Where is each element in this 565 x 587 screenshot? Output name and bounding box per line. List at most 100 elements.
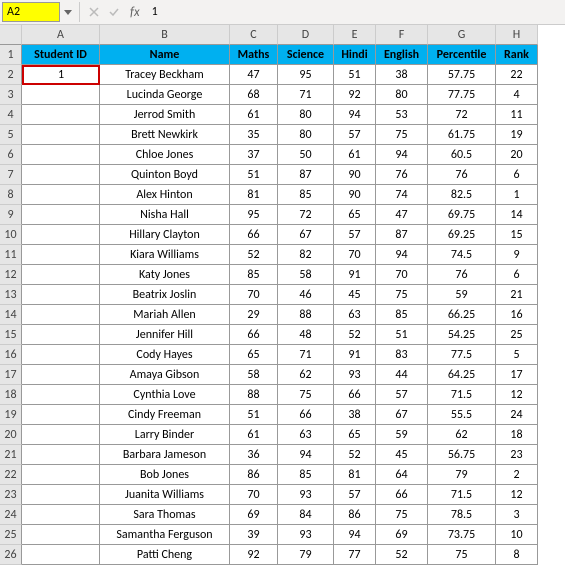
cell-student-id[interactable] [22,365,100,385]
cell-name[interactable]: Alex Hinton [100,185,230,205]
cell-science[interactable]: 67 [278,225,334,245]
select-all-corner[interactable] [0,25,22,45]
row-header-23[interactable]: 23 [0,485,22,505]
cell-english[interactable]: 83 [376,345,428,365]
cell-science[interactable]: 84 [278,505,334,525]
cell-percentile[interactable]: 71.5 [428,485,496,505]
cell-english[interactable]: 76 [376,165,428,185]
cell-maths[interactable]: 61 [230,425,278,445]
cell-name[interactable]: Jerrod Smith [100,105,230,125]
cell-student-id[interactable] [22,485,100,505]
cell-science[interactable]: 93 [278,485,334,505]
cell-student-id[interactable] [22,125,100,145]
cell-hindi[interactable]: 52 [334,325,376,345]
row-header-17[interactable]: 17 [0,365,22,385]
cell-rank[interactable]: 6 [496,265,538,285]
cell-student-id[interactable] [22,165,100,185]
cell-percentile[interactable]: 82.5 [428,185,496,205]
cell-hindi[interactable]: 86 [334,505,376,525]
cell-name[interactable]: Samantha Ferguson [100,525,230,545]
cell-english[interactable]: 53 [376,105,428,125]
cell-english[interactable]: 51 [376,325,428,345]
row-header-20[interactable]: 20 [0,425,22,445]
cell-rank[interactable]: 8 [496,545,538,565]
row-header-11[interactable]: 11 [0,245,22,265]
cell-rank[interactable]: 6 [496,165,538,185]
cell-name[interactable]: Chloe Jones [100,145,230,165]
cell-student-id[interactable] [22,85,100,105]
cell-rank[interactable]: 24 [496,405,538,425]
row-header-5[interactable]: 5 [0,125,22,145]
row-header-9[interactable]: 9 [0,205,22,225]
cell-maths[interactable]: 88 [230,385,278,405]
row-header-6[interactable]: 6 [0,145,22,165]
cell-rank[interactable]: 19 [496,125,538,145]
cell-student-id[interactable] [22,545,100,565]
cell-percentile[interactable]: 74.5 [428,245,496,265]
cell-percentile[interactable]: 60.5 [428,145,496,165]
cell-percentile[interactable]: 72 [428,105,496,125]
cell-english[interactable]: 80 [376,85,428,105]
cell-rank[interactable]: 18 [496,425,538,445]
row-header-24[interactable]: 24 [0,505,22,525]
cell-name[interactable]: Jennifer Hill [100,325,230,345]
cell-maths[interactable]: 81 [230,185,278,205]
cell-maths[interactable]: 51 [230,165,278,185]
cell-science[interactable]: 71 [278,345,334,365]
cell-percentile[interactable]: 56.75 [428,445,496,465]
column-header-E[interactable]: E [334,25,376,45]
cell-name[interactable]: Tracey Beckham [100,65,230,85]
cell-science[interactable]: 85 [278,465,334,485]
cell-student-id[interactable] [22,185,100,205]
cell-student-id[interactable] [22,525,100,545]
cell-english[interactable]: 69 [376,525,428,545]
cell-student-id[interactable] [22,285,100,305]
row-header-8[interactable]: 8 [0,185,22,205]
cell-name[interactable]: Larry Binder [100,425,230,445]
cell-name[interactable]: Cynthia Love [100,385,230,405]
cell-hindi[interactable]: 90 [334,165,376,185]
column-header-A[interactable]: A [22,25,100,45]
cell-science[interactable]: 94 [278,445,334,465]
cell-english[interactable]: 59 [376,425,428,445]
cell-maths[interactable]: 85 [230,265,278,285]
row-header-2[interactable]: 2 [0,65,22,85]
cell-percentile[interactable]: 62 [428,425,496,445]
cell-maths[interactable]: 51 [230,405,278,425]
cell-student-id[interactable] [22,345,100,365]
cell-science[interactable]: 50 [278,145,334,165]
cell-percentile[interactable]: 77.5 [428,345,496,365]
cell-student-id[interactable] [22,425,100,445]
cell-student-id[interactable] [22,445,100,465]
header-percentile[interactable]: Percentile [428,45,496,65]
column-header-C[interactable]: C [230,25,278,45]
cell-name[interactable]: Hillary Clayton [100,225,230,245]
cell-percentile[interactable]: 57.75 [428,65,496,85]
cell-hindi[interactable]: 94 [334,105,376,125]
cell-science[interactable]: 85 [278,185,334,205]
column-header-G[interactable]: G [428,25,496,45]
cell-rank[interactable]: 20 [496,145,538,165]
cell-science[interactable]: 46 [278,285,334,305]
cell-hindi[interactable]: 92 [334,85,376,105]
cell-maths[interactable]: 86 [230,465,278,485]
cell-maths[interactable]: 92 [230,545,278,565]
cell-maths[interactable]: 95 [230,205,278,225]
cell-name[interactable]: Sara Thomas [100,505,230,525]
cell-percentile[interactable]: 64.25 [428,365,496,385]
cell-percentile[interactable]: 73.75 [428,525,496,545]
column-header-H[interactable]: H [496,25,538,45]
row-header-4[interactable]: 4 [0,105,22,125]
cell-name[interactable]: Amaya Gibson [100,365,230,385]
row-header-13[interactable]: 13 [0,285,22,305]
cell-english[interactable]: 44 [376,365,428,385]
cell-percentile[interactable]: 55.5 [428,405,496,425]
row-header-19[interactable]: 19 [0,405,22,425]
cell-english[interactable]: 75 [376,285,428,305]
name-box[interactable]: A2 [2,2,60,22]
row-header-22[interactable]: 22 [0,465,22,485]
cell-hindi[interactable]: 52 [334,445,376,465]
cell-science[interactable]: 72 [278,205,334,225]
row-header-25[interactable]: 25 [0,525,22,545]
cell-name[interactable]: Bob Jones [100,465,230,485]
